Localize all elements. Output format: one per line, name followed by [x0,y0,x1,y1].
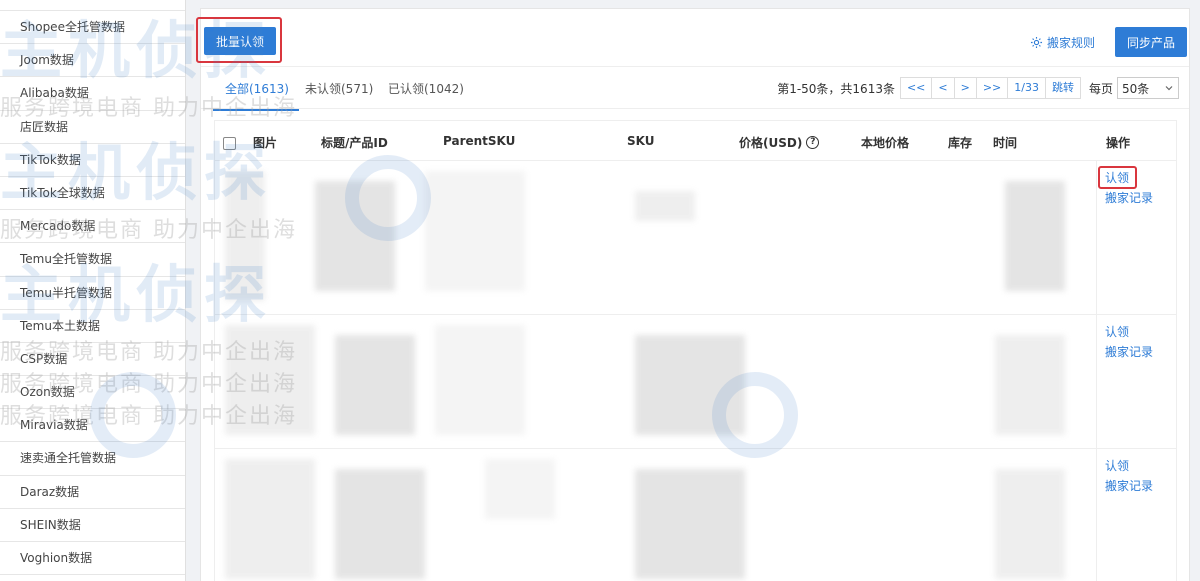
sidebar-item-shein[interactable]: SHEIN数据 [0,509,185,542]
help-icon[interactable]: ? [806,136,820,149]
bulk-claim-button[interactable]: 批量认领 [204,27,277,55]
redacted-block [635,469,745,579]
col-local-price: 本地价格 [861,136,910,150]
product-table: 图片 标题/产品ID ParentSKU SKU 价格(USD) ? 本地价格 … [214,120,1177,581]
sidebar-item-aliexpress-full[interactable]: 速卖通全托管数据 [0,442,185,476]
sidebar-item-shopee-full[interactable]: Shopee全托管数据 [0,11,185,45]
redacted-block [485,459,555,519]
sidebar-cut-item [0,0,185,11]
sidebar-item-joom[interactable]: Joom数据 [0,44,185,78]
last-page-button[interactable]: >> [975,77,1009,99]
table-header: 图片 标题/产品ID ParentSKU SKU 价格(USD) ? 本地价格 … [215,121,1176,161]
rule-link[interactable]: 搬家规则 [1030,34,1095,51]
sidebar-item-voghion[interactable]: Voghion数据 [0,542,185,576]
table-row: 认领 搬家记录 [215,315,1176,449]
per-page-select[interactable]: 50条 [1117,77,1179,99]
tabs-row: 全部(1613) 未认领(571) 已认领(1042) 第1-50条，共1613… [201,67,1189,111]
sidebar-item-tiktok-global[interactable]: TikTok全球数据 [0,177,185,211]
redacted-block [425,171,525,291]
sidebar: Shopee全托管数据 Joom数据 Alibaba数据 店匠数据 TikTok… [0,0,186,581]
row-actions: 认领 搬家记录 [1105,171,1153,205]
sidebar-item-dianjiang[interactable]: 店匠数据 [0,111,185,144]
next-page-button[interactable]: > [953,77,977,99]
redacted-block [1005,181,1065,291]
redacted-block [315,181,395,291]
sidebar-item-temu-full[interactable]: Temu全托管数据 [0,243,185,277]
move-record-link[interactable]: 搬家记录 [1105,191,1153,205]
sidebar-item-ozon[interactable]: Ozon数据 [0,376,185,410]
sidebar-item-temu-local[interactable]: Temu本土数据 [0,310,185,343]
col-time: 时间 [993,136,1018,150]
jump-button[interactable]: 跳转 [1044,77,1081,99]
sidebar-item-tiktok[interactable]: TikTok数据 [0,144,185,177]
pagination: 第1-50条，共1613条 << < > >> 1/33 跳转 每页 50条 [777,77,1179,99]
sidebar-item-mercado[interactable]: Mercado数据 [0,210,185,244]
redacted-block [635,191,695,221]
rule-link-label: 搬家规则 [1046,36,1095,50]
prev-page-button[interactable]: < [931,77,955,99]
select-all-checkbox[interactable] [223,137,236,150]
move-record-link[interactable]: 搬家记录 [1105,345,1153,359]
redacted-block [995,469,1065,579]
sidebar-item-csp[interactable]: CSP数据 [0,343,185,377]
move-record-link[interactable]: 搬家记录 [1105,479,1153,493]
col-title: 标题/产品ID [321,136,388,150]
main-panel: 批量认领 搬家规则 同步产品 全部(1613) 未认领(571) 已认领(104… [196,8,1190,581]
sidebar-item-daraz[interactable]: Daraz数据 [0,476,185,509]
sidebar-item-miravia[interactable]: Miravia数据 [0,409,185,443]
toolbar: 批量认领 搬家规则 同步产品 [196,9,1189,67]
tab-unclaimed[interactable]: 未认领(571) [305,80,373,109]
table-row: 认领 搬家记录 [215,449,1176,581]
redacted-block [435,325,525,435]
first-page-button[interactable]: << [899,77,933,99]
pagination-info: 第1-50条，共1613条 [777,81,895,96]
table-row: 认领 搬家记录 [215,161,1176,315]
redacted-block [225,325,315,435]
gear-icon [1030,36,1043,49]
tab-all[interactable]: 全部(1613) [213,80,299,111]
col-sku: SKU [627,134,655,148]
redacted-block [995,335,1065,435]
chevron-down-icon [1165,86,1173,91]
col-price: 价格(USD) ? [739,134,820,151]
col-image: 图片 [253,136,278,150]
claim-link[interactable]: 认领 [1105,459,1153,473]
redacted-block [225,171,265,301]
redacted-block [335,335,415,435]
col-stock: 库存 [948,136,973,150]
per-page-value: 50条 [1122,81,1150,96]
col-ops: 操作 [1106,136,1131,150]
redacted-block [225,459,315,579]
sync-products-button[interactable]: 同步产品 [1114,27,1187,57]
col-parent-sku: ParentSKU [443,134,516,148]
redacted-block [335,469,425,579]
page-indicator[interactable]: 1/33 [1007,77,1046,99]
redacted-block [635,335,745,435]
row-actions: 认领 搬家记录 [1105,325,1153,359]
sidebar-item-alibaba[interactable]: Alibaba数据 [0,77,185,111]
per-page-label: 每页 [1088,81,1113,96]
tab-claimed[interactable]: 已认领(1042) [388,80,464,109]
claim-link[interactable]: 认领 [1105,325,1153,339]
row-actions: 认领 搬家记录 [1105,459,1153,493]
sidebar-item-temu-semi[interactable]: Temu半托管数据 [0,277,185,310]
claim-link[interactable]: 认领 [1105,171,1153,185]
